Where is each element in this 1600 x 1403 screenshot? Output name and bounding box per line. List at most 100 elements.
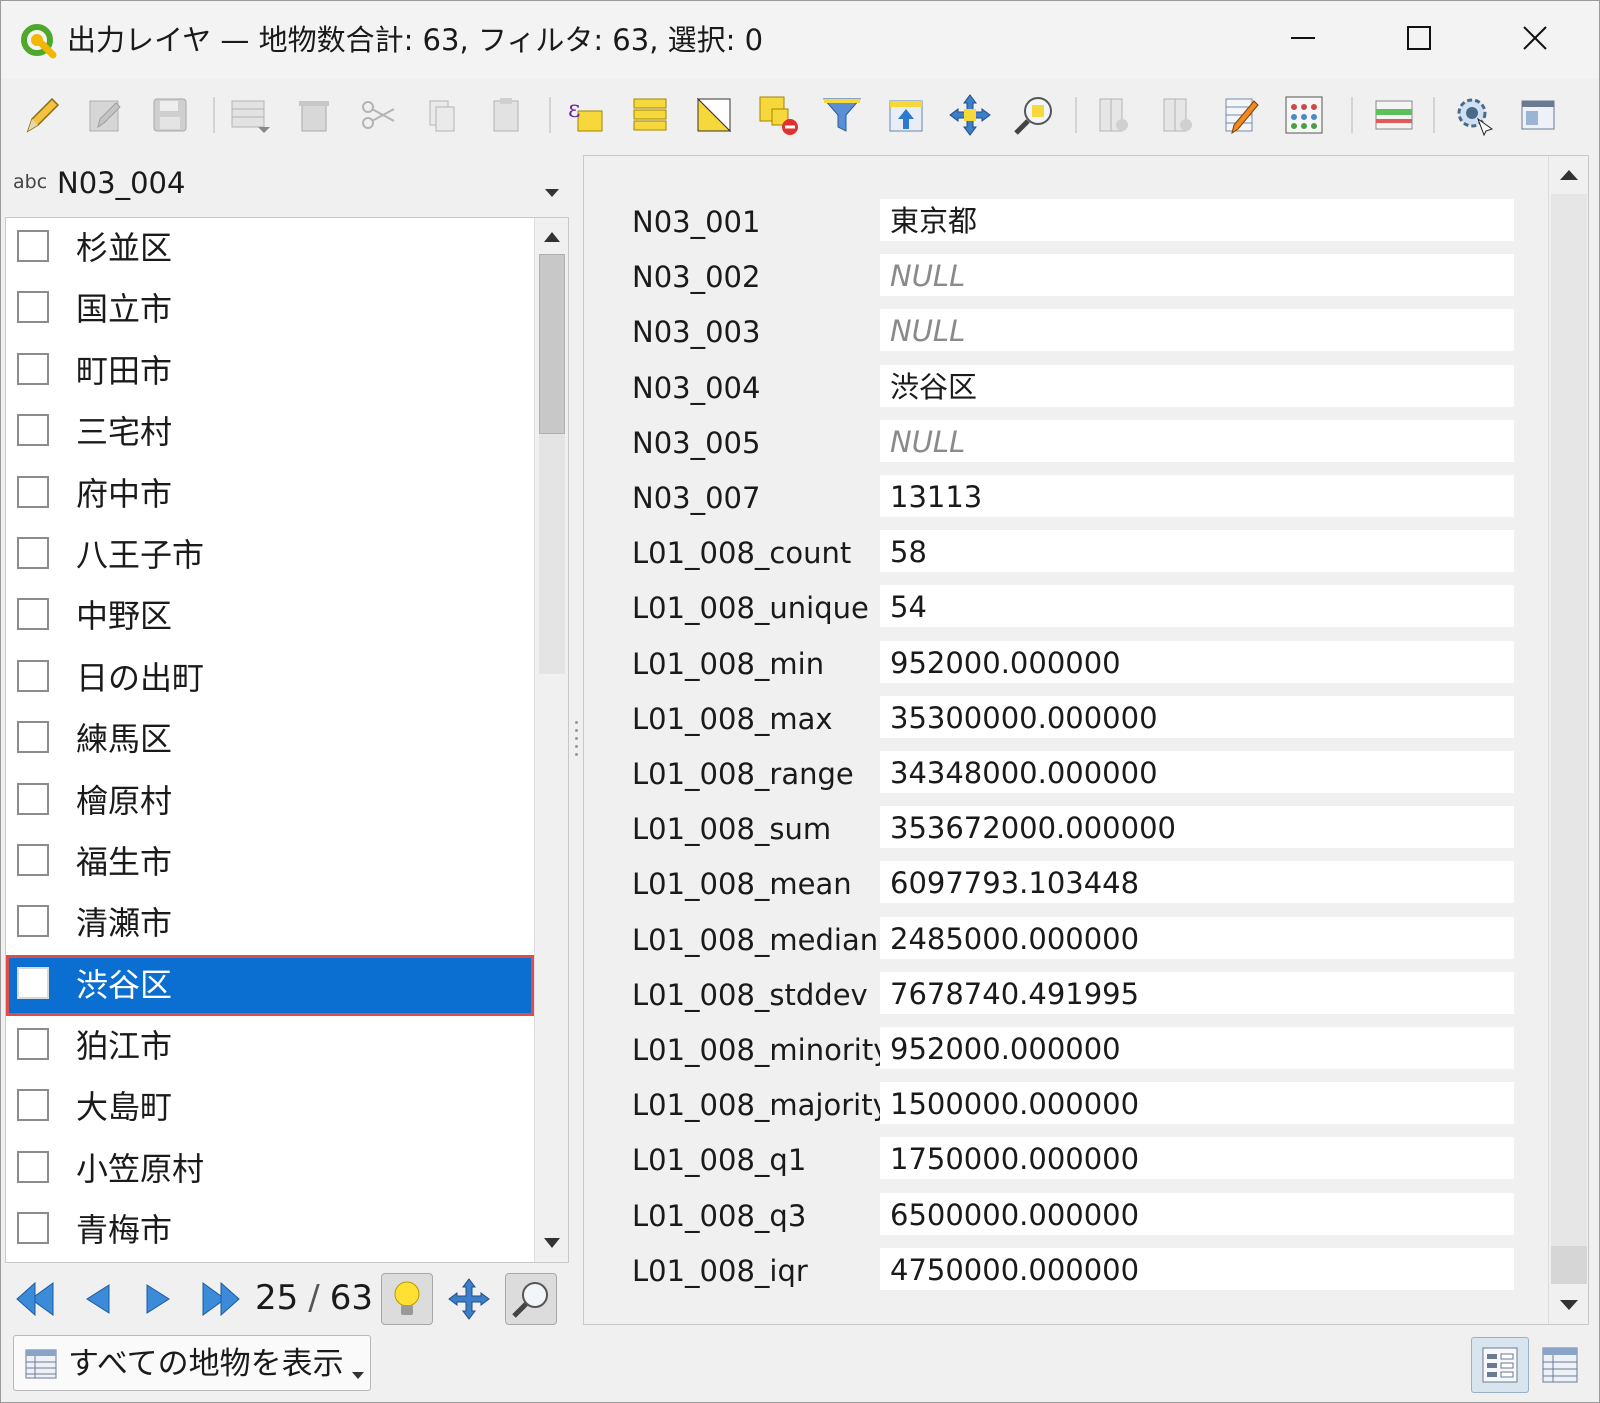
field-value-input[interactable]: NULL xyxy=(880,309,1514,352)
zoom-to-selection-button[interactable] xyxy=(1009,90,1059,140)
list-item[interactable]: 狛江市 xyxy=(6,1016,534,1077)
move-selection-top-button[interactable] xyxy=(881,90,931,140)
list-item[interactable]: 府中市 xyxy=(6,464,534,525)
field-value-input[interactable]: 952000.000000 xyxy=(880,640,1514,683)
organize-columns-button[interactable] xyxy=(1215,90,1265,140)
scroll-down-icon[interactable] xyxy=(1560,1300,1578,1310)
list-item-checkbox[interactable] xyxy=(17,782,49,815)
list-item-checkbox[interactable] xyxy=(17,966,49,999)
scroll-up-icon[interactable] xyxy=(544,232,560,242)
scrollbar-thumb[interactable] xyxy=(1551,1246,1587,1284)
new-field-button[interactable] xyxy=(1087,90,1137,140)
list-item-checkbox[interactable] xyxy=(17,659,49,692)
field-value-input[interactable]: 952000.000000 xyxy=(880,1027,1514,1069)
list-item-checkbox[interactable] xyxy=(17,1150,49,1183)
field-value-input[interactable]: 34348000.000000 xyxy=(880,751,1514,793)
field-value-input[interactable]: 東京都 xyxy=(880,199,1514,241)
field-value-input[interactable]: NULL xyxy=(880,419,1514,462)
delete-feature-button[interactable] xyxy=(289,90,339,140)
save-edits-button[interactable] xyxy=(145,90,195,140)
list-item[interactable]: 練馬区 xyxy=(6,709,534,770)
list-item[interactable]: 八王子市 xyxy=(6,525,534,586)
scroll-down-icon[interactable] xyxy=(544,1238,560,1248)
close-button[interactable] xyxy=(1477,1,1593,75)
list-item[interactable]: 檜原村 xyxy=(6,771,534,832)
conditional-formatting-button[interactable] xyxy=(1369,90,1419,140)
minimize-button[interactable] xyxy=(1245,1,1361,75)
list-item[interactable]: 福生市 xyxy=(6,832,534,893)
invert-selection-button[interactable] xyxy=(689,90,739,140)
copy-button[interactable] xyxy=(417,90,467,140)
list-item-checkbox[interactable] xyxy=(17,475,49,508)
list-item-selected[interactable]: 渋谷区 xyxy=(6,954,534,1017)
list-item-checkbox[interactable] xyxy=(17,1089,49,1122)
field-value-input[interactable]: 353672000.000000 xyxy=(880,806,1514,849)
list-item-checkbox[interactable] xyxy=(17,905,49,938)
delete-field-button[interactable] xyxy=(1151,90,1201,140)
field-value-input[interactable]: 2485000.000000 xyxy=(880,916,1514,959)
form-view-button[interactable] xyxy=(1471,1337,1529,1393)
field-value-input[interactable]: NULL xyxy=(880,254,1514,297)
toggle-editing-button[interactable] xyxy=(17,90,67,140)
filter-selection-button[interactable] xyxy=(817,90,867,140)
list-item-checkbox[interactable] xyxy=(17,352,49,385)
next-feature-button[interactable] xyxy=(133,1273,185,1325)
first-feature-button[interactable] xyxy=(9,1273,61,1325)
field-value-input[interactable]: 1750000.000000 xyxy=(880,1137,1514,1180)
scroll-up-icon[interactable] xyxy=(1560,170,1578,180)
field-value-input[interactable]: 13113 xyxy=(880,475,1514,517)
field-value-input[interactable]: 54 xyxy=(880,585,1514,628)
feature-list[interactable]: 杉並区 国立市 町田市 三宅村 府中市 八王子市 中野区 日の出町 練馬区 檜原村 福生市 清瀬市 渋谷… xyxy=(5,217,569,1263)
field-value-input[interactable]: 4750000.000000 xyxy=(880,1247,1514,1290)
paste-button[interactable] xyxy=(481,90,531,140)
pan-to-selection-button[interactable] xyxy=(945,90,995,140)
list-item[interactable]: 青梅市 xyxy=(6,1200,534,1261)
auto-zoom-button[interactable] xyxy=(505,1273,557,1325)
add-feature-button[interactable] xyxy=(225,90,275,140)
list-item[interactable]: 町田市 xyxy=(6,341,534,402)
list-item-checkbox[interactable] xyxy=(17,230,49,262)
maximize-button[interactable] xyxy=(1361,1,1477,75)
deselect-all-button[interactable] xyxy=(753,90,803,140)
list-item-checkbox[interactable] xyxy=(17,721,49,754)
field-value-input[interactable]: 35300000.000000 xyxy=(880,695,1514,738)
list-item[interactable]: 杉並区 xyxy=(6,218,534,279)
field-value-input[interactable]: 1500000.000000 xyxy=(880,1082,1514,1125)
select-all-button[interactable] xyxy=(625,90,675,140)
preview-field-select[interactable]: abc N03_004 xyxy=(7,159,571,213)
auto-pan-button[interactable] xyxy=(443,1273,495,1325)
field-value-input[interactable]: 渋谷区 xyxy=(880,364,1514,407)
field-value-input[interactable]: 6097793.103448 xyxy=(880,861,1514,904)
field-value-input[interactable]: 58 xyxy=(880,530,1514,573)
scrollbar-thumb[interactable] xyxy=(539,254,565,434)
field-calculator-button[interactable] xyxy=(1279,90,1329,140)
last-feature-button[interactable] xyxy=(195,1273,247,1325)
actions-button[interactable] xyxy=(1449,90,1499,140)
form-scrollbar[interactable] xyxy=(1548,156,1588,1324)
show-features-filter[interactable]: すべての地物を表示 xyxy=(13,1335,371,1391)
list-item[interactable]: 国立市 xyxy=(6,279,534,340)
list-item[interactable]: 日の出町 xyxy=(6,648,534,709)
cut-button[interactable] xyxy=(353,90,403,140)
list-item-checkbox[interactable] xyxy=(17,1028,49,1061)
list-item-checkbox[interactable] xyxy=(17,291,49,324)
list-item[interactable]: 小笠原村 xyxy=(6,1139,534,1200)
list-item-checkbox[interactable] xyxy=(17,598,49,631)
table-view-button[interactable] xyxy=(1531,1337,1589,1393)
list-item-checkbox[interactable] xyxy=(17,536,49,569)
list-item[interactable]: 中野区 xyxy=(6,586,534,647)
toggle-multi-edit-button[interactable] xyxy=(81,90,131,140)
select-by-expression-button[interactable]: ε xyxy=(561,90,611,140)
list-item-checkbox[interactable] xyxy=(17,414,49,447)
list-item[interactable]: 大島町 xyxy=(6,1077,534,1138)
dock-window-button[interactable] xyxy=(1513,90,1563,140)
list-item-checkbox[interactable] xyxy=(17,1212,49,1245)
list-item-checkbox[interactable] xyxy=(17,843,49,876)
previous-feature-button[interactable] xyxy=(71,1273,123,1325)
feature-list-scrollbar[interactable] xyxy=(534,218,568,1262)
list-item[interactable]: 清瀬市 xyxy=(6,893,534,954)
highlight-feature-button[interactable] xyxy=(381,1273,433,1325)
field-value-input[interactable]: 6500000.000000 xyxy=(880,1192,1514,1235)
list-item[interactable]: 三宅村 xyxy=(6,402,534,463)
pane-splitter[interactable] xyxy=(575,721,579,761)
